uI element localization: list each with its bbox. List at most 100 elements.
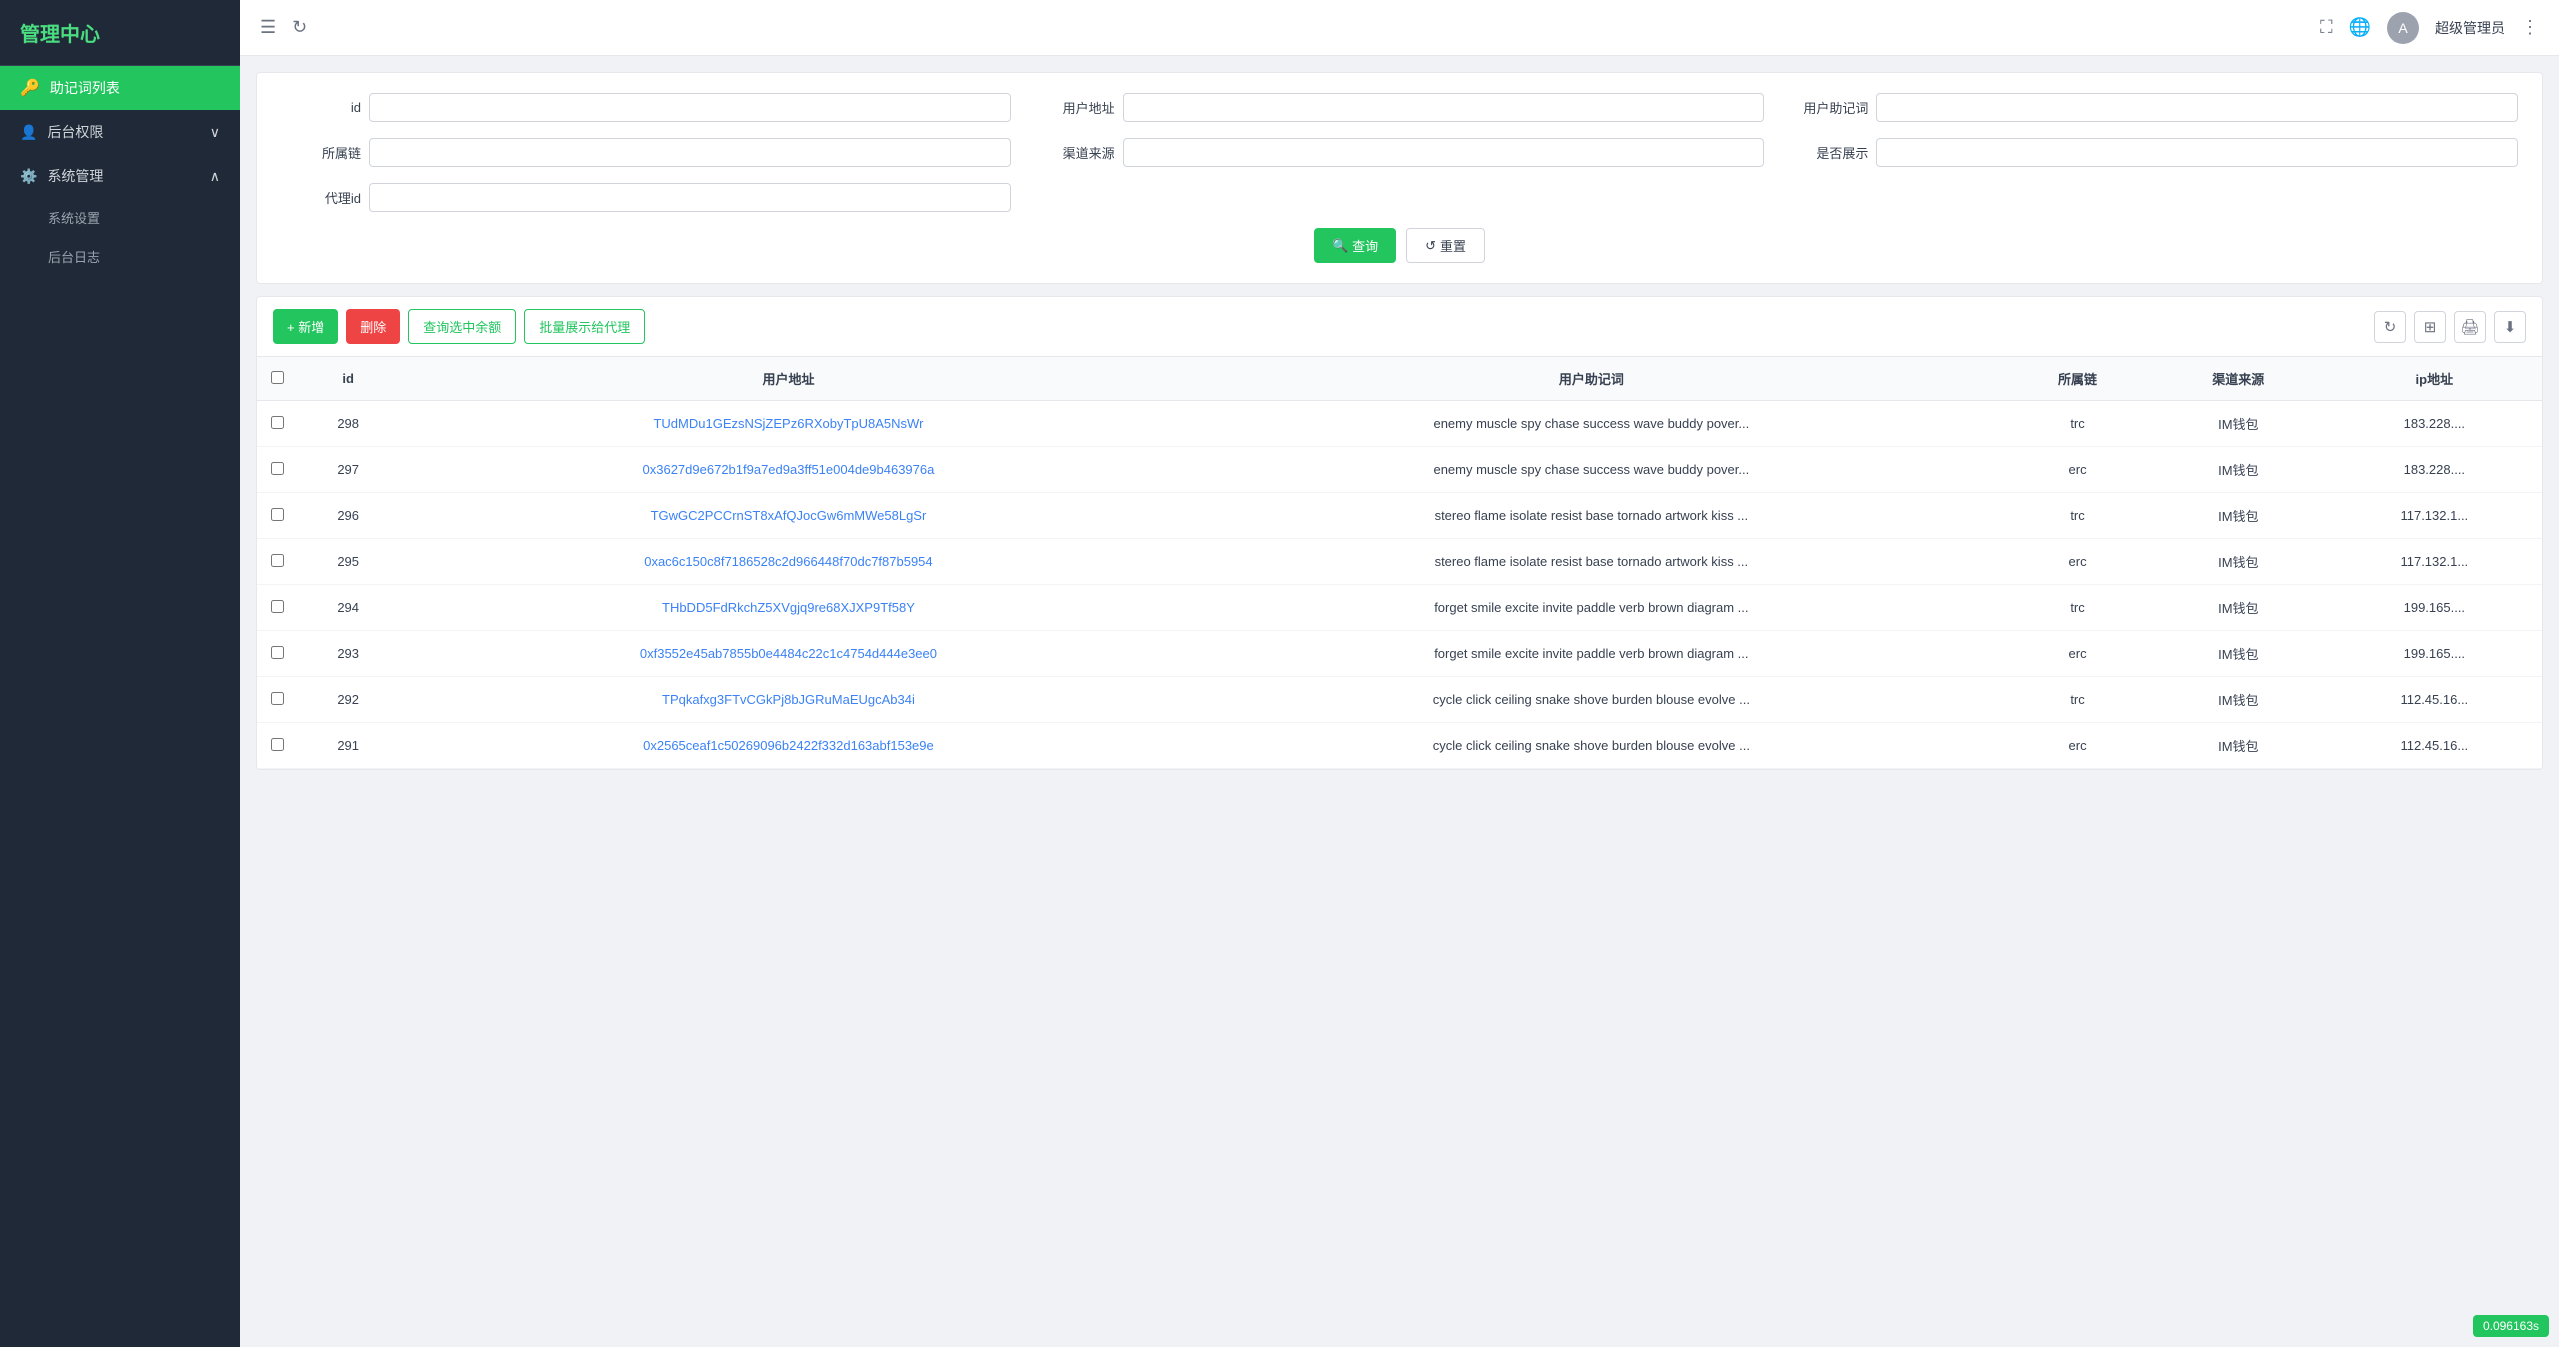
cell-address[interactable]: TUdMDu1GEzsNSjZEPz6RXobyTpU8A5NsWr bbox=[399, 401, 1177, 447]
filter-input-user-address[interactable] bbox=[1123, 93, 1765, 122]
gear-icon: ⚙️ bbox=[20, 168, 37, 185]
filter-actions: 🔍 查询 ↺ 重置 bbox=[281, 228, 2518, 263]
cell-chain: trc bbox=[2005, 677, 2150, 723]
topbar: ☰ ↻ ⛶ 🌐 A 超级管理员 ⋮ bbox=[240, 0, 2559, 56]
cell-id: 296 bbox=[297, 493, 399, 539]
row-checkbox-cell bbox=[257, 723, 297, 769]
table-print-icon[interactable]: 🖨 bbox=[2454, 311, 2486, 343]
cell-address[interactable]: THbDD5FdRkchZ5XVgjq9re68XJXP9Tf58Y bbox=[399, 585, 1177, 631]
sidebar-item-mnemonic-list[interactable]: 🔑 助记词列表 bbox=[0, 66, 240, 110]
cell-mnemonic: cycle click ceiling snake shove burden b… bbox=[1178, 677, 2006, 723]
row-checkbox[interactable] bbox=[271, 646, 284, 659]
sidebar-sub-item-label: 后台日志 bbox=[48, 250, 100, 265]
row-checkbox[interactable] bbox=[271, 738, 284, 751]
cell-channel: IM钱包 bbox=[2150, 723, 2327, 769]
cell-address[interactable]: TPqkafxg3FTvCGkPj8bJGRuMaEUgcAb34i bbox=[399, 677, 1177, 723]
more-icon[interactable]: ⋮ bbox=[2521, 17, 2539, 38]
filter-label-show: 是否展示 bbox=[1788, 143, 1868, 162]
reset-button[interactable]: ↺ 重置 bbox=[1406, 228, 1485, 263]
col-header-user-address: 用户地址 bbox=[399, 357, 1177, 401]
cell-mnemonic: stereo flame isolate resist base tornado… bbox=[1178, 539, 2006, 585]
filter-label-user-mnemonic: 用户助记词 bbox=[1788, 98, 1868, 117]
sidebar-item-system-management[interactable]: ⚙️ 系统管理 ∧ bbox=[0, 154, 240, 198]
filter-input-agent-id[interactable] bbox=[369, 183, 1011, 212]
col-header-chain: 所属链 bbox=[2005, 357, 2150, 401]
row-checkbox[interactable] bbox=[271, 416, 284, 429]
cell-mnemonic: forget smile excite invite paddle verb b… bbox=[1178, 585, 2006, 631]
table-refresh-icon[interactable]: ↻ bbox=[2374, 311, 2406, 343]
filter-row-user-address: 用户地址 bbox=[1035, 93, 1765, 122]
batch-show-button[interactable]: 批量展示给代理 bbox=[524, 309, 645, 344]
filter-row-user-mnemonic: 用户助记词 bbox=[1788, 93, 2518, 122]
row-checkbox[interactable] bbox=[271, 462, 284, 475]
cell-channel: IM钱包 bbox=[2150, 401, 2327, 447]
cell-address[interactable]: 0xf3552e45ab7855b0e4484c22c1c4754d444e3e… bbox=[399, 631, 1177, 677]
cell-channel: IM钱包 bbox=[2150, 677, 2327, 723]
menu-toggle-icon[interactable]: ☰ bbox=[260, 17, 276, 38]
cell-channel: IM钱包 bbox=[2150, 447, 2327, 493]
cell-id: 298 bbox=[297, 401, 399, 447]
cell-id: 292 bbox=[297, 677, 399, 723]
search-icon: 🔍 bbox=[1332, 238, 1348, 254]
table-row: 293 0xf3552e45ab7855b0e4484c22c1c4754d44… bbox=[257, 631, 2542, 677]
table-row: 292 TPqkafxg3FTvCGkPj8bJGRuMaEUgcAb34i c… bbox=[257, 677, 2542, 723]
add-button[interactable]: + 新增 bbox=[273, 309, 338, 344]
filter-input-show[interactable] bbox=[1876, 138, 2518, 167]
cell-channel: IM钱包 bbox=[2150, 539, 2327, 585]
row-checkbox[interactable] bbox=[271, 508, 284, 521]
table-export-icon[interactable]: ⬇ bbox=[2494, 311, 2526, 343]
cell-address[interactable]: 0xac6c150c8f7186528c2d966448f70dc7f87b59… bbox=[399, 539, 1177, 585]
delete-button[interactable]: 删除 bbox=[346, 309, 400, 344]
col-header-id: id bbox=[297, 357, 399, 401]
globe-icon[interactable]: 🌐 bbox=[2349, 17, 2371, 38]
table-body: 298 TUdMDu1GEzsNSjZEPz6RXobyTpU8A5NsWr e… bbox=[257, 401, 2542, 769]
filter-row-show: 是否展示 bbox=[1788, 138, 2518, 167]
filter-input-user-mnemonic[interactable] bbox=[1876, 93, 2518, 122]
cell-address[interactable]: 0x2565ceaf1c50269096b2422f332d163abf153e… bbox=[399, 723, 1177, 769]
filter-input-channel[interactable] bbox=[1123, 138, 1765, 167]
query-button[interactable]: 🔍 查询 bbox=[1314, 228, 1396, 263]
reset-icon: ↺ bbox=[1425, 238, 1436, 254]
filter-label-channel: 渠道来源 bbox=[1035, 143, 1115, 162]
cell-address[interactable]: 0x3627d9e672b1f9a7ed9a3ff51e004de9b46397… bbox=[399, 447, 1177, 493]
sidebar-item-label: 助记词列表 bbox=[50, 78, 120, 98]
filter-input-id[interactable] bbox=[369, 93, 1011, 122]
sidebar-item-backend-log[interactable]: 后台日志 bbox=[0, 237, 240, 276]
cell-id: 295 bbox=[297, 539, 399, 585]
filter-panel: id 用户地址 用户助记词 所属链 渠道来源 bbox=[256, 72, 2543, 284]
cell-chain: erc bbox=[2005, 723, 2150, 769]
row-checkbox[interactable] bbox=[271, 600, 284, 613]
row-checkbox-cell bbox=[257, 493, 297, 539]
chevron-down-icon: ∨ bbox=[210, 124, 220, 141]
cell-id: 293 bbox=[297, 631, 399, 677]
cell-chain: erc bbox=[2005, 447, 2150, 493]
refresh-icon[interactable]: ↻ bbox=[292, 17, 307, 38]
table-panel: + 新增 删除 查询选中余额 批量展示给代理 ↻ ⊞ 🖨 ⬇ bbox=[256, 296, 2543, 770]
select-all-checkbox[interactable] bbox=[271, 371, 284, 384]
sidebar-item-system-settings[interactable]: 系统设置 bbox=[0, 198, 240, 237]
filter-label-id: id bbox=[281, 100, 361, 115]
fullscreen-icon[interactable]: ⛶ bbox=[2320, 17, 2333, 38]
sidebar-item-backend-permissions[interactable]: 👤 后台权限 ∨ bbox=[0, 110, 240, 154]
row-checkbox[interactable] bbox=[271, 554, 284, 567]
row-checkbox-cell bbox=[257, 401, 297, 447]
row-checkbox[interactable] bbox=[271, 692, 284, 705]
query-balance-button[interactable]: 查询选中余额 bbox=[408, 309, 516, 344]
table-grid-icon[interactable]: ⊞ bbox=[2414, 311, 2446, 343]
cell-address[interactable]: TGwGC2PCCrnST8xAfQJocGw6mMWe58LgSr bbox=[399, 493, 1177, 539]
cell-mnemonic: cycle click ceiling snake shove burden b… bbox=[1178, 723, 2006, 769]
sidebar-logo: 管理中心 bbox=[0, 0, 240, 66]
filter-label-agent-id: 代理id bbox=[281, 188, 361, 207]
user-name: 超级管理员 bbox=[2435, 18, 2505, 38]
col-header-channel: 渠道来源 bbox=[2150, 357, 2327, 401]
filter-row-chain: 所属链 bbox=[281, 138, 1011, 167]
cell-channel: IM钱包 bbox=[2150, 585, 2327, 631]
cell-chain: trc bbox=[2005, 401, 2150, 447]
table-row: 298 TUdMDu1GEzsNSjZEPz6RXobyTpU8A5NsWr e… bbox=[257, 401, 2542, 447]
cell-id: 294 bbox=[297, 585, 399, 631]
filter-input-chain[interactable] bbox=[369, 138, 1011, 167]
cell-ip: 183.228.... bbox=[2327, 401, 2542, 447]
toolbar-right: ↻ ⊞ 🖨 ⬇ bbox=[2374, 311, 2526, 343]
col-header-ip: ip地址 bbox=[2327, 357, 2542, 401]
data-table: id 用户地址 用户助记词 所属链 渠道来源 ip地址 298 TUdMDu1G… bbox=[257, 357, 2542, 769]
